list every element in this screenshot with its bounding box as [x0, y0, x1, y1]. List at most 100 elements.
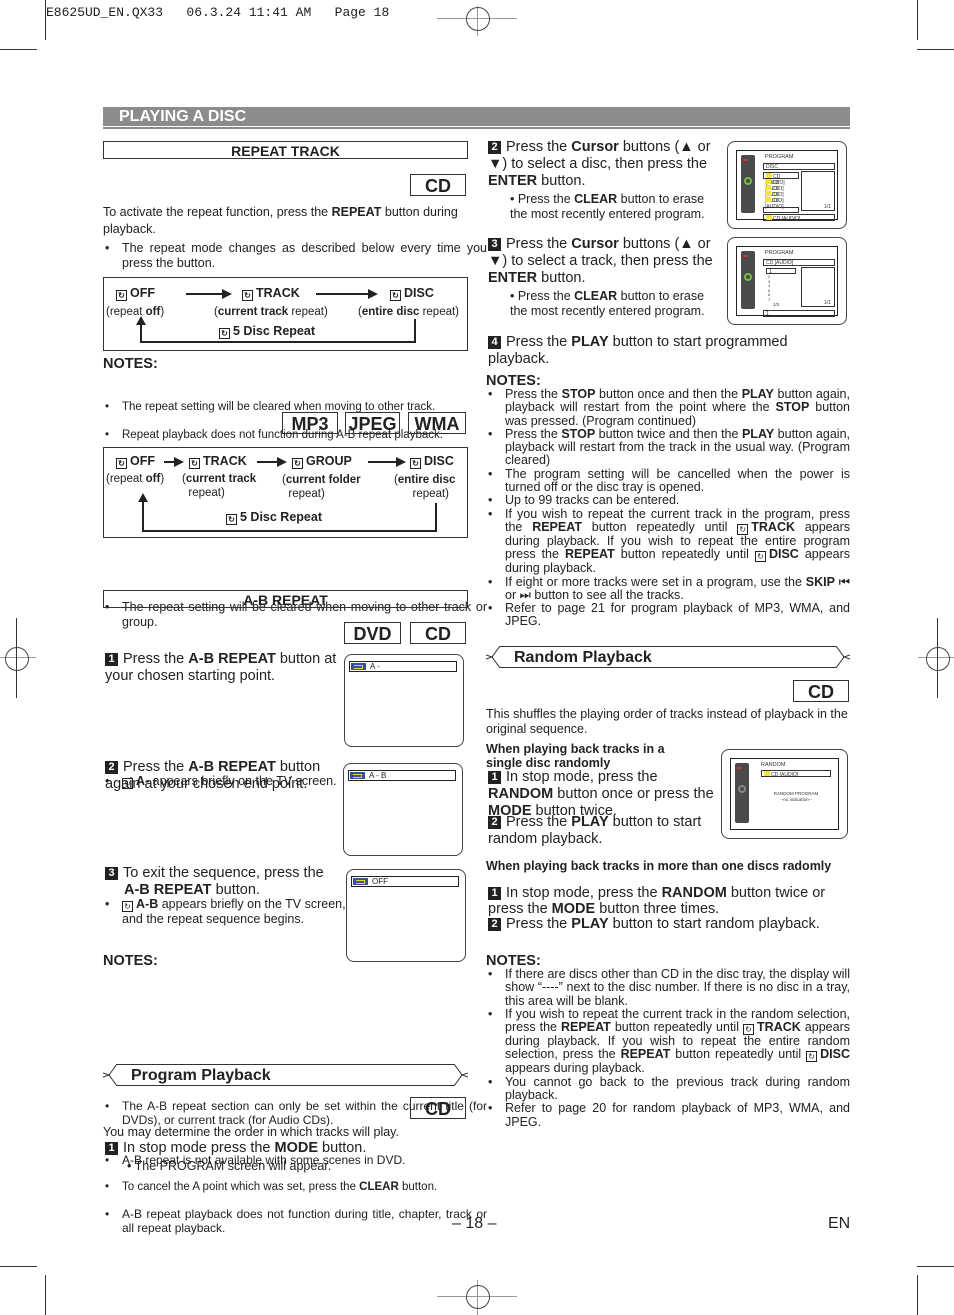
repeat-icon: ↻: [116, 290, 127, 301]
return-line: [435, 503, 437, 532]
banner-right-cap-icon: [836, 646, 850, 668]
banner-left-cap-icon: [486, 646, 500, 668]
note-item: If you wish to repeat the current track …: [486, 507, 850, 576]
return-line: [140, 322, 142, 342]
return-line: [142, 530, 437, 532]
return-line: [142, 500, 144, 531]
section-title: PLAYING A DISC: [103, 107, 850, 126]
flow-track-desc: (current track repeat): [214, 306, 328, 318]
repeat-icon: [351, 663, 366, 670]
repeat-intro: To activate the repeat function, press t…: [103, 205, 458, 236]
repeat-icon: ↻: [242, 290, 253, 301]
step-number-icon: 2: [105, 761, 118, 774]
flow-group-desc: (current folder repeat): [282, 474, 361, 500]
flow-disc-desc: (entire disc repeat): [394, 474, 456, 500]
arrow-icon: [257, 457, 287, 467]
screen-title: PROGRAM: [765, 154, 794, 160]
tv-screen-off: OFF: [346, 869, 466, 962]
screen-row: CD [AUDIO]: [761, 770, 831, 778]
crop-mark: [917, 49, 954, 50]
tv-osd-bar: A - B: [348, 770, 456, 781]
screen-title: PROGRAM: [765, 250, 794, 256]
tv-osd-bar: OFF: [351, 876, 459, 887]
random-single-heading: When playing back tracks in a single dis…: [486, 742, 665, 770]
crop-mark: [917, 1275, 918, 1315]
cd-badge: CD: [410, 174, 466, 196]
screen-footer: 1: [763, 310, 835, 317]
flow-track: ↻ TRACK: [242, 286, 300, 301]
program-list: 1/1: [801, 267, 835, 307]
cd-repeat-flow-diagram: ↻ OFF ↻ TRACK ↻ DISC (repeat off) (current …: [103, 277, 468, 351]
flow-disc-desc: (entire disc repeat): [358, 306, 460, 318]
random-single-step-2: 2 Press the PLAY button to start random p…: [488, 814, 702, 847]
note-item: You cannot go back to the previous track…: [486, 1075, 850, 1103]
screen-frame: PROGRAM DISC CD [AUDIO] CD [AUDIO] CD [A…: [736, 150, 838, 222]
step-number-icon: 2: [488, 141, 501, 154]
crop-mark: [0, 1266, 37, 1267]
jpeg-badge: JPEG: [345, 412, 400, 434]
page-indicator: 1/2: [773, 302, 780, 307]
flow-track: ↻ TRACK: [189, 454, 247, 469]
screen-box: [763, 207, 799, 213]
arrow-icon: [316, 289, 378, 299]
note-item: Refer to page 20 for random playback of …: [486, 1102, 850, 1129]
random-intro: This shuffles the playing order of track…: [486, 707, 848, 736]
dvd-badge: DVD: [344, 622, 401, 644]
repeat-icon: ↻: [116, 458, 127, 469]
ab-step-1: 1 Press the A-B REPEAT button at your cho…: [105, 651, 337, 684]
random-playback-title: Random Playback: [500, 646, 836, 668]
repeat-icon: ↻: [806, 1051, 818, 1063]
note-item: A-B repeat playback does not function du…: [103, 1207, 487, 1235]
ab-step-2: 2 Press the A-B REPEAT button again at yo…: [105, 759, 321, 792]
skip-back-icon: ⏮: [838, 574, 850, 589]
cd-badge: CD: [793, 680, 849, 702]
wma-badge: WMA: [408, 412, 466, 434]
random-screen: RANDOM CD [AUDIO] RANDOM PROGRAM --no in…: [721, 749, 848, 839]
program-step-1: 1 In stop mode press the MODE button.: [105, 1140, 470, 1157]
note-item: Refer to page 21 for program playback of…: [486, 602, 850, 629]
tv-osd-bar: A -: [349, 661, 457, 672]
step-number-icon: 1: [105, 1142, 118, 1155]
registration-circle-icon: [466, 1285, 490, 1309]
tv-screen-ab: A - B: [343, 763, 463, 856]
repeat-icon: ↻: [743, 1024, 755, 1036]
random-single-step-1: 1 In stop mode, press the RANDOM button o…: [488, 769, 714, 819]
program-step-3: 3 Press the Cursor buttons (▲ or ▼) to se…: [488, 236, 713, 286]
note-item: The program setting will be cancelled wh…: [486, 467, 850, 495]
repeat-icon: ↻: [189, 458, 200, 469]
random-notes-list: If there are discs other than CD in the …: [486, 967, 850, 1129]
skip-forward-icon: ⏭: [519, 587, 531, 602]
screen-frame: PROGRAM CD [AUDIO] 1 234567 1/1 1/2 1: [736, 246, 838, 317]
arrow-icon: [368, 457, 406, 467]
repeat-icon: ↻: [219, 328, 230, 339]
flow-disc: ↻ DISC: [410, 454, 454, 469]
tv-screen-a: A -: [344, 654, 464, 747]
program-intro: You may determine the order in which tra…: [103, 1125, 399, 1139]
program-list: 1/1: [801, 171, 835, 211]
random-program-label: RANDOM PROGRAM: [773, 791, 819, 796]
flow-5-disc: ↻ 5 Disc Repeat: [226, 510, 322, 525]
program-step-4: 4 Press the PLAY button to start programm…: [488, 334, 788, 367]
screen-footer: CD [AUDIO]: [763, 214, 835, 222]
program-disc-screen: PROGRAM DISC CD [AUDIO] CD [AUDIO] CD [A…: [727, 141, 847, 229]
arrow-up-icon: [138, 493, 148, 502]
program-notes-list: Press the STOP button once and then the …: [486, 387, 850, 629]
note-item: Up to 99 tracks can be entered.: [486, 494, 850, 508]
note-item: If there are discs other than CD in the …: [486, 967, 850, 1008]
screen-title: RANDOM: [761, 762, 786, 768]
note-item: Press the STOP button once and then the …: [486, 387, 850, 428]
remote-control-icon: [735, 763, 749, 823]
step-number-icon: 1: [488, 887, 501, 900]
remote-control-icon: [741, 251, 755, 309]
program-step-2: 2 Press the Cursor buttons (▲ or ▼) to se…: [488, 139, 711, 189]
return-line: [414, 319, 416, 343]
repeat-icon: [353, 878, 368, 885]
arrow-up-icon: [136, 316, 146, 325]
repeat-bullet: The repeat mode changes as described bel…: [103, 241, 487, 271]
step-number-icon: 2: [488, 816, 501, 829]
page-number: – 18 –: [452, 1215, 497, 1232]
screen-frame: RANDOM CD [AUDIO] RANDOM PROGRAM --no in…: [730, 758, 839, 830]
ab-step-2-bullet: ↻A-B appears briefly on the TV screen, a…: [103, 897, 352, 927]
notes-heading: NOTES:: [103, 953, 158, 969]
registration-circle-icon: [466, 7, 490, 31]
